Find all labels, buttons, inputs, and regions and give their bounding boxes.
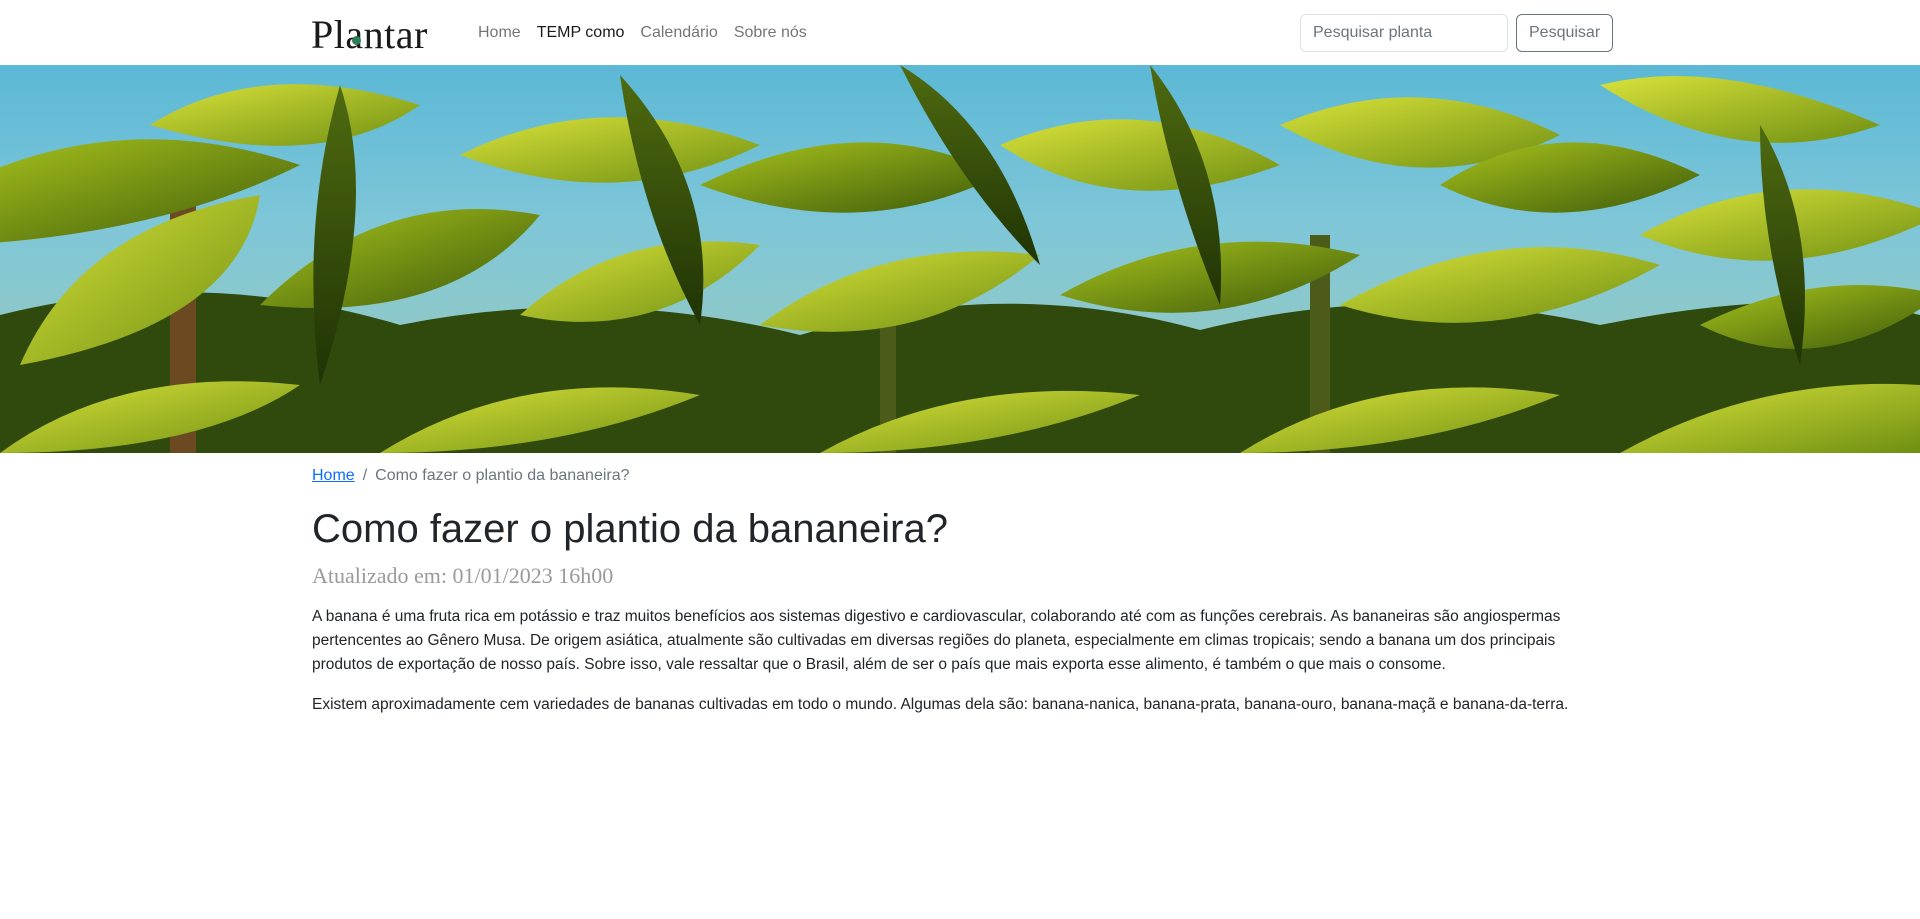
search-input[interactable]: Pesquisar planta [1300,14,1508,52]
breadcrumb-separator: / [362,467,368,484]
breadcrumb-home-link[interactable]: Home [312,464,355,488]
top-navbar: Plantar Home TEMP como Calendário Sobre … [0,0,1920,65]
article-paragraph-2: Existem aproximadamente cem variedades d… [312,696,1569,713]
search-form: Pesquisar planta Pesquisar [1300,14,1614,52]
nav-link-temp-como[interactable]: TEMP como [529,20,633,46]
nav-link-calendario[interactable]: Calendário [632,20,725,46]
banana-leaves-illustration [0,65,1920,453]
breadcrumb: Home / Como fazer o plantio da bananeira… [312,464,1608,488]
article-content: Home / Como fazer o plantio da bananeira… [312,453,1608,717]
brand-name: Plantar [311,12,428,57]
hero-banana-image [0,65,1920,453]
search-button[interactable]: Pesquisar [1516,14,1614,52]
updated-timestamp: Atualizado em: 01/01/2023 16h00 [312,563,614,588]
brand-logo[interactable]: Plantar [311,8,428,58]
article-paragraph-1: A banana é uma fruta rica em potássio e … [312,608,1561,673]
nav-link-home[interactable]: Home [470,20,529,46]
breadcrumb-current: Como fazer o plantio da bananeira? [375,467,630,484]
main-nav: Home TEMP como Calendário Sobre nós [470,20,815,46]
page-title: Como fazer o plantio da bananeira? [312,507,948,551]
nav-link-sobre-nos[interactable]: Sobre nós [726,20,815,46]
brand-leaf-icon [352,36,361,45]
